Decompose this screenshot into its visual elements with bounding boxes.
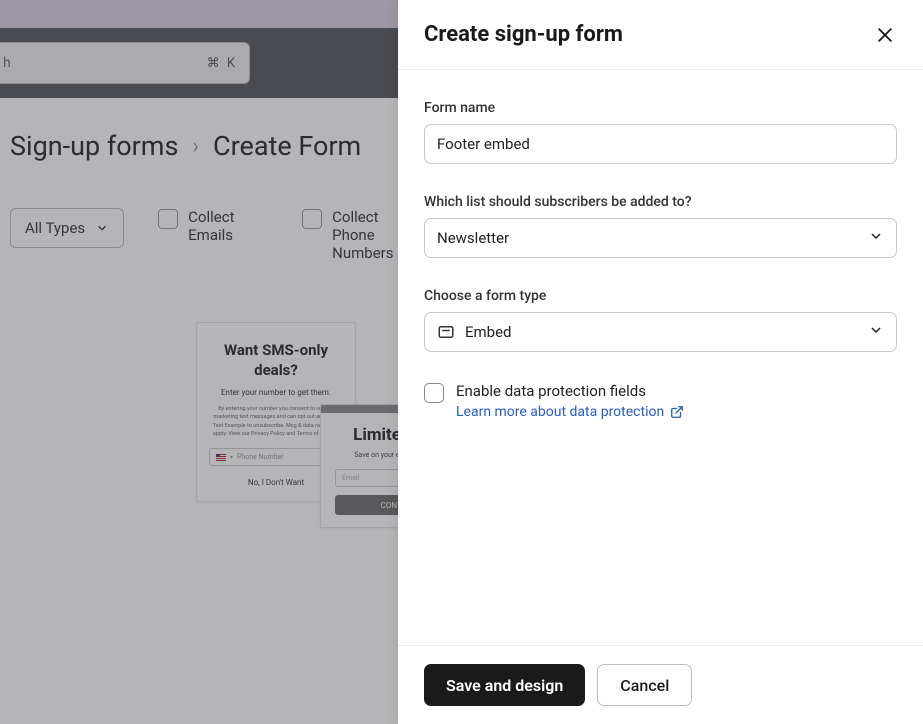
list-select[interactable]: Newsletter: [424, 218, 897, 258]
save-and-design-button[interactable]: Save and design: [424, 664, 585, 706]
close-button[interactable]: [873, 23, 897, 47]
form-type-select[interactable]: Embed: [424, 312, 897, 352]
data-protection-label: Enable data protection fields: [456, 382, 684, 400]
chevron-down-icon: [868, 322, 884, 342]
list-label: Which list should subscribers be added t…: [424, 194, 897, 210]
panel-footer: Save and design Cancel: [398, 645, 923, 724]
panel-body: Form name Which list should subscribers …: [398, 70, 923, 645]
form-type-selected-value: Embed: [465, 323, 512, 341]
chevron-down-icon: [868, 228, 884, 248]
panel-title: Create sign-up form: [424, 22, 623, 47]
form-type-label: Choose a form type: [424, 288, 897, 304]
data-protection-checkbox[interactable]: [424, 383, 444, 403]
data-protection-row: Enable data protection fields Learn more…: [424, 382, 897, 420]
external-link-icon: [670, 405, 684, 419]
close-icon: [875, 25, 895, 45]
data-protection-learn-link[interactable]: Learn more about data protection: [456, 404, 684, 420]
cancel-button[interactable]: Cancel: [597, 664, 692, 706]
form-name-input[interactable]: [424, 124, 897, 164]
list-selected-value: Newsletter: [437, 229, 509, 247]
panel-header: Create sign-up form: [398, 0, 923, 70]
embed-icon: [437, 323, 455, 341]
create-form-panel: Create sign-up form Form name Which list…: [398, 0, 923, 724]
form-name-label: Form name: [424, 100, 897, 116]
